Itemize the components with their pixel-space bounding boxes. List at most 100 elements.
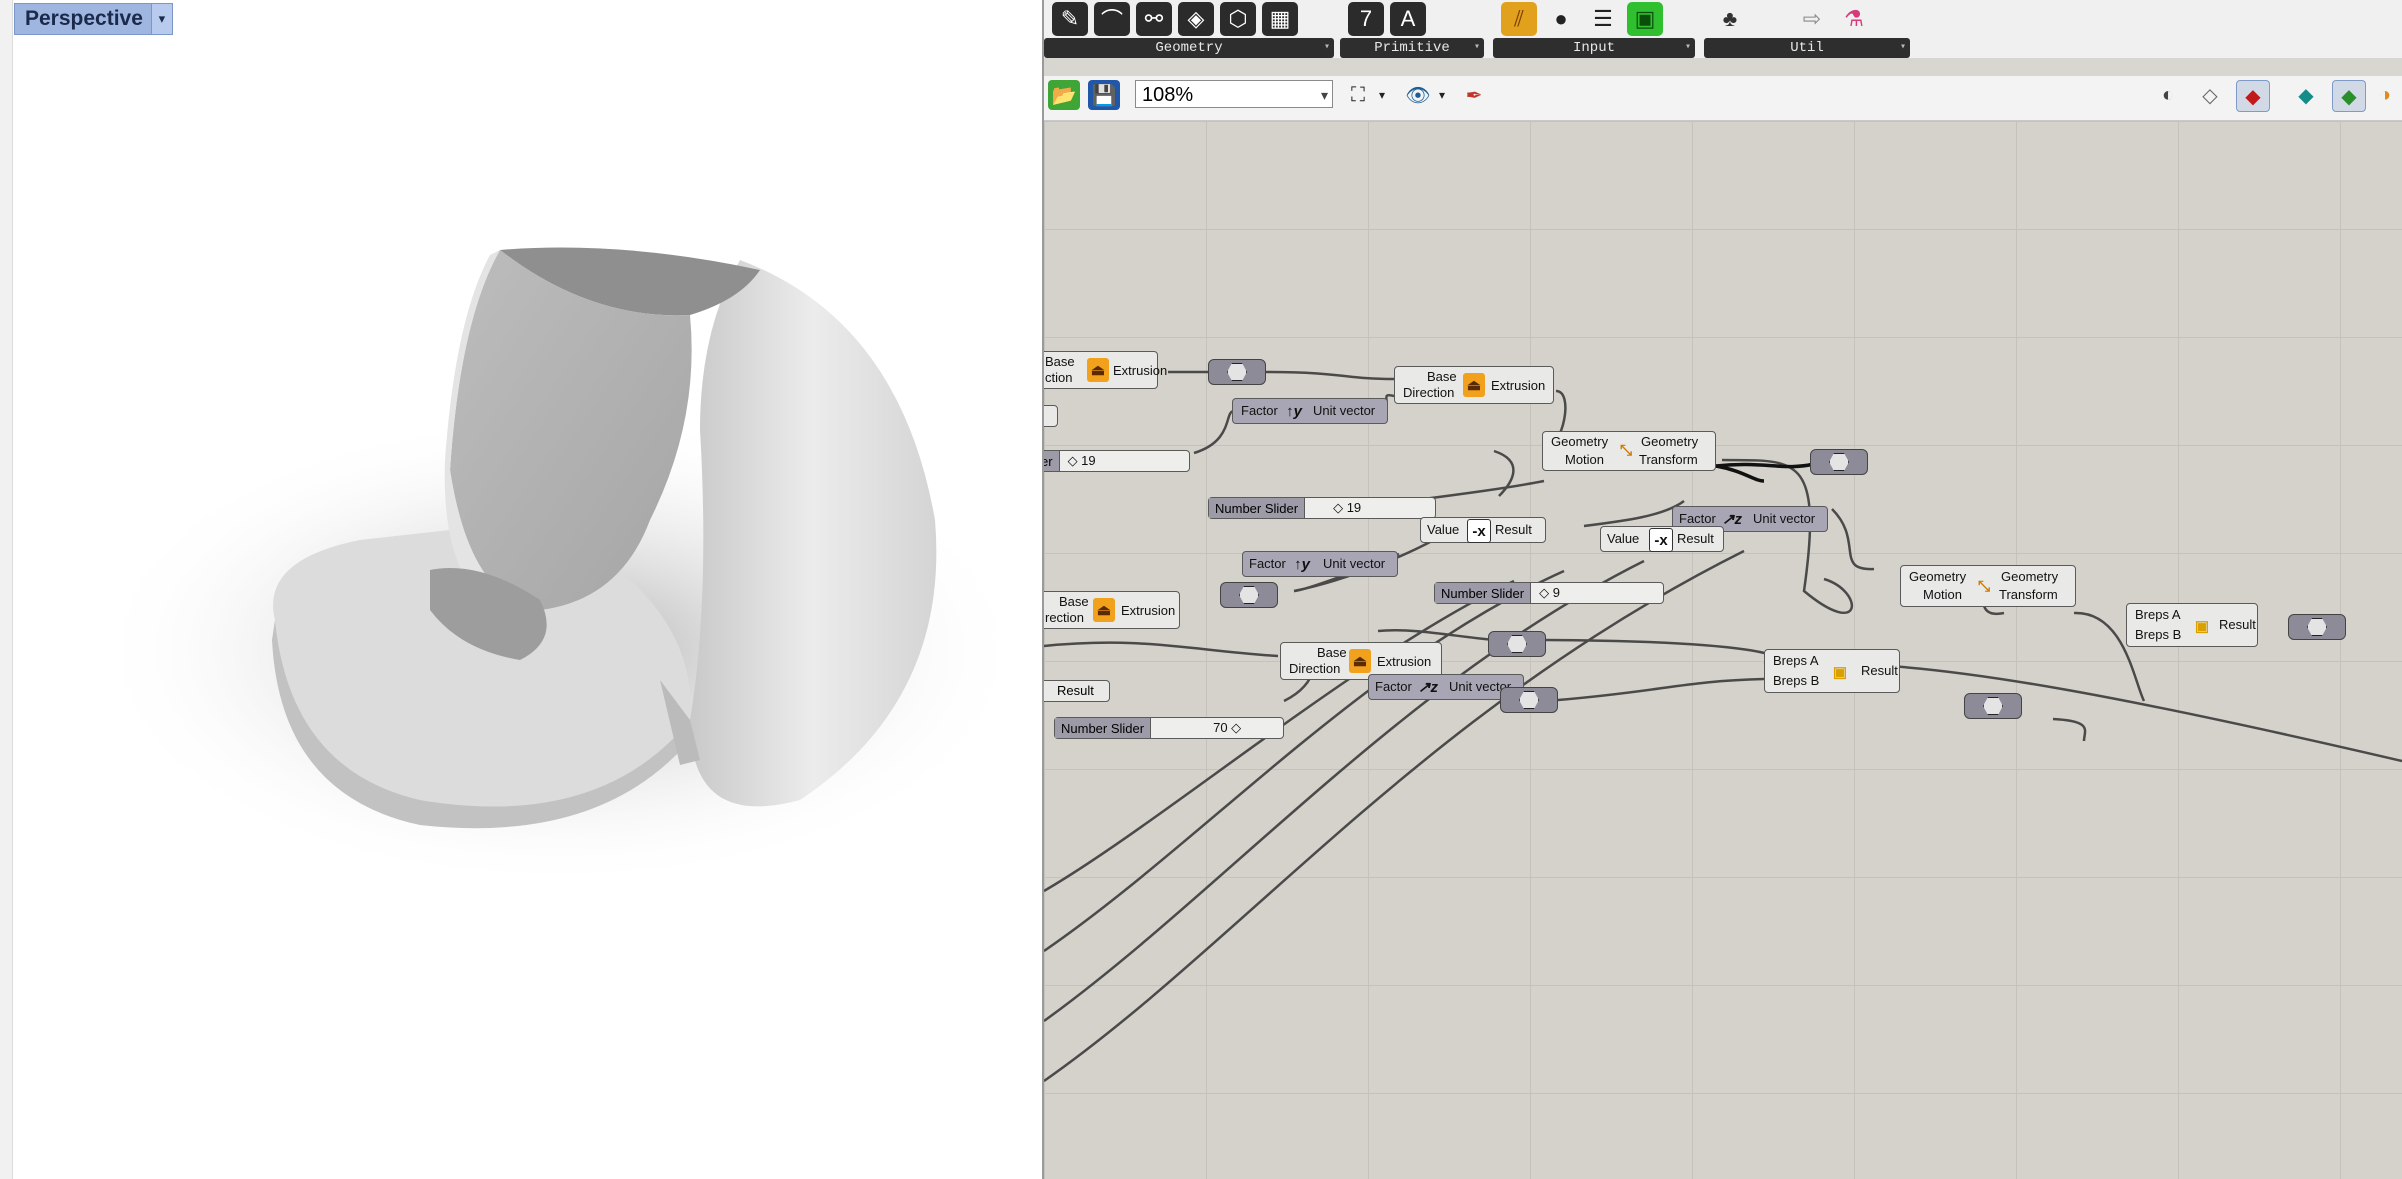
input-factor: Factor	[1679, 511, 1716, 526]
slider-name: er	[1044, 451, 1060, 471]
preview-shaded-icon[interactable]: ◆	[2236, 80, 2270, 112]
tab-group-label-input[interactable]: Input ▾	[1493, 38, 1695, 58]
negative-component[interactable]: Value -x Result	[1420, 517, 1546, 543]
preview-off-icon[interactable]: ◐	[2152, 80, 2184, 110]
text-icon[interactable]: A	[1390, 2, 1426, 36]
extrusion-component[interactable]: Base Direction ⏏ Extrusion	[1394, 366, 1554, 404]
input-direction: rection	[1045, 610, 1085, 625]
brep-param[interactable]	[1208, 359, 1266, 385]
tab-group-label-util[interactable]: Util ▾	[1704, 38, 1910, 58]
output-transform: Transform	[1639, 452, 1698, 467]
number-slider[interactable]: er ◇ 19	[1044, 450, 1190, 472]
zoom-dropdown[interactable]: 108% ▾	[1135, 80, 1333, 108]
list-icon[interactable]: ☰	[1585, 2, 1621, 36]
move-component[interactable]: Geometry Motion ⤡ Geometry Transform	[1542, 431, 1716, 471]
move-component[interactable]: Geometry Motion ⤡ Geometry Transform	[1900, 565, 2076, 607]
output-geometry: Geometry	[1641, 434, 1699, 449]
slider-name: Number Slider	[1209, 498, 1306, 518]
preview-color-icon[interactable]: ◑	[2372, 80, 2398, 110]
input-breps-a: Breps A	[1773, 653, 1819, 668]
preview-wire-icon[interactable]: ◇	[2194, 80, 2226, 110]
input-breps-b: Breps B	[1773, 673, 1820, 688]
input-value: Value	[1427, 522, 1460, 537]
tab-group-label-geometry[interactable]: Geometry ▾	[1044, 38, 1334, 58]
grasshopper-canvas[interactable]: Base ction ⏏ Extrusion Base Direction ⏏ …	[1044, 121, 2402, 1179]
move-icon: ⤡	[1619, 441, 1632, 459]
tab-group-label-primitive[interactable]: Primitive ▾	[1340, 38, 1484, 58]
output-extrusion: Extrusion	[1113, 363, 1168, 378]
output-transform: Transform	[1999, 587, 2058, 602]
brep-param[interactable]	[1488, 631, 1546, 657]
toggle-icon[interactable]: ●	[1543, 2, 1579, 36]
save-icon[interactable]: 💾	[1088, 80, 1120, 110]
negative-component[interactable]: Value -x Result	[1600, 526, 1724, 552]
unit-y-component[interactable]: Factor ↑ y Unit vector	[1242, 551, 1398, 577]
slider-icon[interactable]: ⫽	[1501, 2, 1537, 36]
tab-group-label-text: Primitive	[1374, 40, 1450, 56]
unit-y-icon: ↑ y	[1286, 402, 1302, 420]
chevron-down-icon[interactable]: ▾	[1374, 80, 1390, 110]
output-result: Result	[1677, 531, 1714, 546]
slider-value: ◇ 19	[1333, 500, 1362, 515]
extrusion-component[interactable]: Base rection ⏏ Extrusion	[1044, 591, 1180, 629]
move-icon: ⤡	[1977, 577, 1990, 595]
tab-group-input: ⫽ ● ☰ ▣ Input ▾	[1493, 0, 1695, 58]
result-tag[interactable]: Result	[1044, 680, 1110, 702]
number-slider[interactable]: Number Slider ◇ 9	[1434, 582, 1664, 604]
difference-icon: ▣	[1832, 664, 1848, 681]
hexagon-icon[interactable]: ⬡	[1220, 2, 1256, 36]
brep-param[interactable]	[1500, 687, 1558, 713]
number-slider[interactable]: Number Slider ◇ 19	[1208, 497, 1436, 519]
brep-param[interactable]	[2288, 614, 2346, 640]
input-geometry: Geometry	[1551, 434, 1609, 449]
chevron-down-icon[interactable]: ▾	[1434, 80, 1450, 110]
output-extrusion: Extrusion	[1491, 378, 1546, 393]
input-motion: Motion	[1565, 452, 1605, 467]
unit-z-icon: ↗ z	[1417, 678, 1439, 697]
viewport-title-tab[interactable]: Perspective ▾	[14, 3, 173, 35]
preview-selected-icon[interactable]: ◆	[2290, 80, 2322, 110]
partial-component[interactable]	[1044, 405, 1058, 427]
brep-icon	[1983, 697, 2003, 715]
input-breps-a: Breps A	[2135, 607, 2181, 622]
pencil-icon[interactable]: ✎	[1052, 2, 1088, 36]
zoom-extents-icon[interactable]: ⛶	[1342, 80, 1374, 110]
brep-param[interactable]	[1964, 693, 2022, 719]
rhino-viewport[interactable]: Perspective ▾	[0, 0, 1044, 1179]
number-slider[interactable]: Number Slider 70 ◇	[1054, 717, 1284, 739]
tab-group-label-text: Geometry	[1155, 40, 1223, 56]
flask-icon[interactable]: ⚗	[1836, 2, 1872, 36]
brep-param[interactable]	[1220, 582, 1278, 608]
integer-icon[interactable]: 7	[1348, 2, 1384, 36]
input-factor: Factor	[1249, 556, 1286, 571]
eye-icon[interactable]: 👁	[1402, 80, 1434, 110]
sketch-icon[interactable]: ✒	[1458, 80, 1490, 110]
unit-y-component[interactable]: Factor ↑ y Unit vector	[1232, 398, 1388, 424]
slider-name: Number Slider	[1435, 583, 1532, 603]
diamond-icon[interactable]: ◈	[1178, 2, 1214, 36]
mesh-icon[interactable]: ▦	[1262, 2, 1298, 36]
solid-difference-component[interactable]: Breps A Breps B ▣ Result	[2126, 603, 2258, 647]
axis-glyph: z	[1430, 678, 1439, 696]
link-icon[interactable]: ⚯	[1136, 2, 1172, 36]
viewport-title: Perspective	[25, 7, 143, 30]
preview-mesh-icon[interactable]: ◆	[2332, 80, 2366, 112]
input-base: Base	[1427, 369, 1457, 384]
unit-y-icon: ↑ y	[1294, 555, 1310, 573]
solid-difference-component[interactable]: Breps A Breps B ▣ Result	[1764, 649, 1900, 693]
tab-group-util: ♣ ⇨ ⚗ Util ▾	[1704, 0, 1910, 58]
curve-icon[interactable]: ⌒	[1094, 2, 1130, 36]
arrow-right-icon[interactable]: ⇨	[1794, 2, 1830, 36]
tree-icon[interactable]: ♣	[1712, 2, 1748, 36]
extrusion-component[interactable]: Base ction ⏏ Extrusion	[1044, 351, 1167, 389]
open-file-icon[interactable]: 📂	[1048, 80, 1080, 110]
brep-param[interactable]	[1810, 449, 1868, 475]
input-geometry: Geometry	[1909, 569, 1967, 584]
slider-name: Number Slider	[1055, 718, 1152, 738]
panel-icon[interactable]: ▣	[1627, 2, 1663, 36]
output-result: Result	[1861, 663, 1898, 678]
output-result: Result	[1495, 522, 1532, 537]
input-base: Base	[1317, 645, 1347, 660]
chevron-down-icon[interactable]: ▾	[150, 4, 172, 34]
input-direction: Direction	[1403, 385, 1455, 400]
